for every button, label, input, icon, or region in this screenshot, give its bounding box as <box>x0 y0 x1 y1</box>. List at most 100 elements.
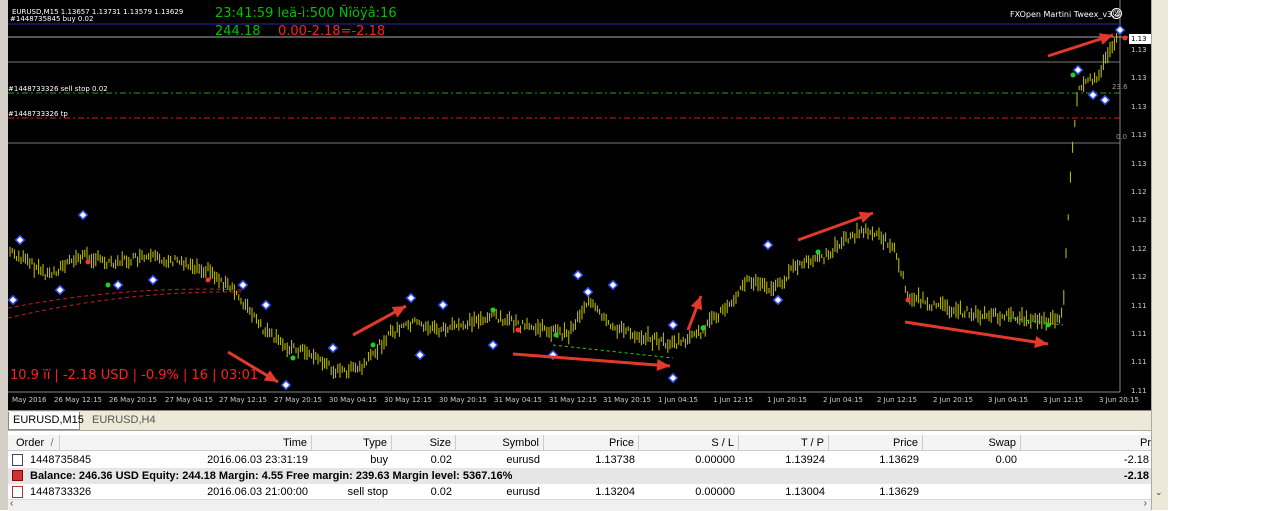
green-dot <box>1070 72 1076 78</box>
green-trend-line <box>552 344 674 359</box>
buy-marker-icon <box>14 234 26 246</box>
sort-indicator: / <box>50 437 54 449</box>
document-icon <box>12 486 23 498</box>
order-price: 1.13738 <box>595 454 635 466</box>
price-tick: 1.12 <box>1131 216 1147 225</box>
terminal-panel: Order / Time Type Size Symbol Price S / … <box>8 430 1151 511</box>
buy-marker-icon <box>607 279 619 291</box>
annotation-arrow <box>512 352 671 368</box>
price-tick: 1.13 <box>1131 102 1147 111</box>
buy-marker-icon <box>260 299 272 311</box>
order-sl: 0.00000 <box>695 454 735 466</box>
order-cur-price: 1.13629 <box>879 486 919 498</box>
fib-label-236: 23.6 <box>1112 83 1128 91</box>
price-tick: 1.11 <box>1131 330 1147 338</box>
green-dot <box>105 282 111 288</box>
time-tick: 31 May 20:15 <box>603 396 652 404</box>
buy-marker-icon <box>487 339 499 351</box>
equity-value: 244.18 <box>215 24 261 39</box>
price-tick: 1.13 <box>1131 159 1147 168</box>
buy-marker-icon <box>762 239 774 251</box>
time-tick: 31 May 12:15 <box>549 396 598 404</box>
buy-marker-icon <box>327 342 339 354</box>
time-tick: 26 May 20:15 <box>109 396 158 404</box>
time-tick: 27 May 04:15 <box>165 396 214 404</box>
annotation-arrowhead <box>656 359 670 371</box>
time-tick: 2 Jun 20:15 <box>933 396 974 404</box>
time-tick: 1 Jun 04:15 <box>658 396 699 404</box>
col-price[interactable]: Price <box>544 435 639 451</box>
order-type: sell stop <box>347 486 388 498</box>
buy-marker-icon <box>1072 64 1084 76</box>
order-symbol: eurusd <box>506 486 540 498</box>
buy-marker-icon <box>280 379 292 391</box>
right-scrollbar-frame[interactable]: ⌄ <box>1151 0 1168 510</box>
price-tick: 1.11 <box>1131 358 1147 367</box>
col-profit[interactable]: Pr <box>1021 435 1151 451</box>
buy-marker-icon <box>582 286 594 298</box>
red-dot <box>515 327 521 333</box>
time-tick: 30 May 04:15 <box>329 396 378 404</box>
time-tick: 27 May 20:15 <box>274 396 323 404</box>
red-dot <box>85 259 91 265</box>
col-swap[interactable]: Swap <box>923 435 1021 451</box>
desktop-background <box>1168 0 1266 510</box>
left-frame <box>0 0 8 510</box>
chart-canvas[interactable] <box>8 0 1151 410</box>
green-dot <box>553 332 559 338</box>
price-tick: 1.13 <box>1131 131 1147 140</box>
buy-marker-icon <box>414 349 426 361</box>
red-trend-curve <box>8 288 244 309</box>
price-tick: 1.11 <box>1131 386 1147 395</box>
sellstop-label: #1448733326 sell stop 0.02 <box>8 85 108 93</box>
buy-marker-icon <box>772 294 784 306</box>
balance-text: Balance: 246.36 USD Equity: 244.18 Margi… <box>30 470 513 482</box>
buy-marker-icon <box>237 279 249 291</box>
gear-icon[interactable]: ☺ <box>1111 8 1122 19</box>
red-dot <box>905 297 911 303</box>
time-tick: 30 May 20:15 <box>439 396 488 404</box>
scroll-down-icon[interactable]: ⌄ <box>1155 488 1163 498</box>
buy-marker-icon <box>112 279 124 291</box>
fib-label-0: 0.0 <box>1116 133 1128 141</box>
time-tick: 27 May 12:15 <box>219 396 268 404</box>
order-size: 0.02 <box>430 486 452 498</box>
price-chart[interactable]: EURUSD,M15 1.13657 1.13731 1.13579 1.136… <box>8 0 1151 410</box>
buy-marker-icon <box>667 372 679 384</box>
order-tp: 1.13004 <box>785 486 825 498</box>
col-cur-price[interactable]: Price <box>829 435 923 451</box>
tp-label: #1448733326 tp <box>8 110 68 118</box>
table-row[interactable]: 1448735845 2016.06.03 23:31:19 buy 0.02 … <box>8 452 1151 468</box>
order-symbol: eurusd <box>506 454 540 466</box>
scroll-left-icon[interactable]: ‹ <box>10 498 13 509</box>
scroll-right-icon[interactable]: › <box>1144 498 1147 509</box>
tab-eurusd-h4[interactable]: EURUSD,H4 <box>88 412 164 430</box>
time-tick: 30 May 12:15 <box>384 396 433 404</box>
price-tick: 1.12 <box>1131 273 1147 282</box>
price-tick: 1.11 <box>1131 301 1147 310</box>
balance-row: Balance: 246.36 USD Equity: 244.18 Margi… <box>8 468 1151 484</box>
order-line-label: #1448735845 buy 0.02 <box>10 15 94 23</box>
price-tick: 1.12 <box>1131 188 1147 196</box>
buy-marker-icon <box>667 319 679 331</box>
horizontal-scrollbar[interactable]: ‹ › <box>8 498 1151 511</box>
col-size[interactable]: Size <box>392 435 456 451</box>
table-row[interactable]: 1448733326 2016.06.03 21:00:00 sell stop… <box>8 484 1151 500</box>
time-tick: May 2016 <box>12 396 47 404</box>
col-time[interactable]: Time <box>62 435 312 451</box>
col-symbol[interactable]: Symbol <box>456 435 544 451</box>
buy-marker-icon <box>437 299 449 311</box>
col-sl[interactable]: S / L <box>639 435 739 451</box>
document-icon <box>12 454 23 466</box>
buy-marker-icon <box>1099 94 1111 106</box>
time-tick: 2 Jun 04:15 <box>823 396 864 404</box>
red-trend-curve <box>8 291 244 319</box>
time-tick: 3 Jun 12:15 <box>1043 396 1084 404</box>
buy-marker-icon <box>77 209 89 221</box>
tab-eurusd-m15[interactable]: EURUSD,M15 <box>8 412 84 430</box>
order-size: 0.02 <box>430 454 452 466</box>
table-header: Order / Time Type Size Symbol Price S / … <box>8 435 1151 451</box>
green-dot <box>290 355 296 361</box>
col-type[interactable]: Type <box>312 435 392 451</box>
col-tp[interactable]: T / P <box>739 435 829 451</box>
